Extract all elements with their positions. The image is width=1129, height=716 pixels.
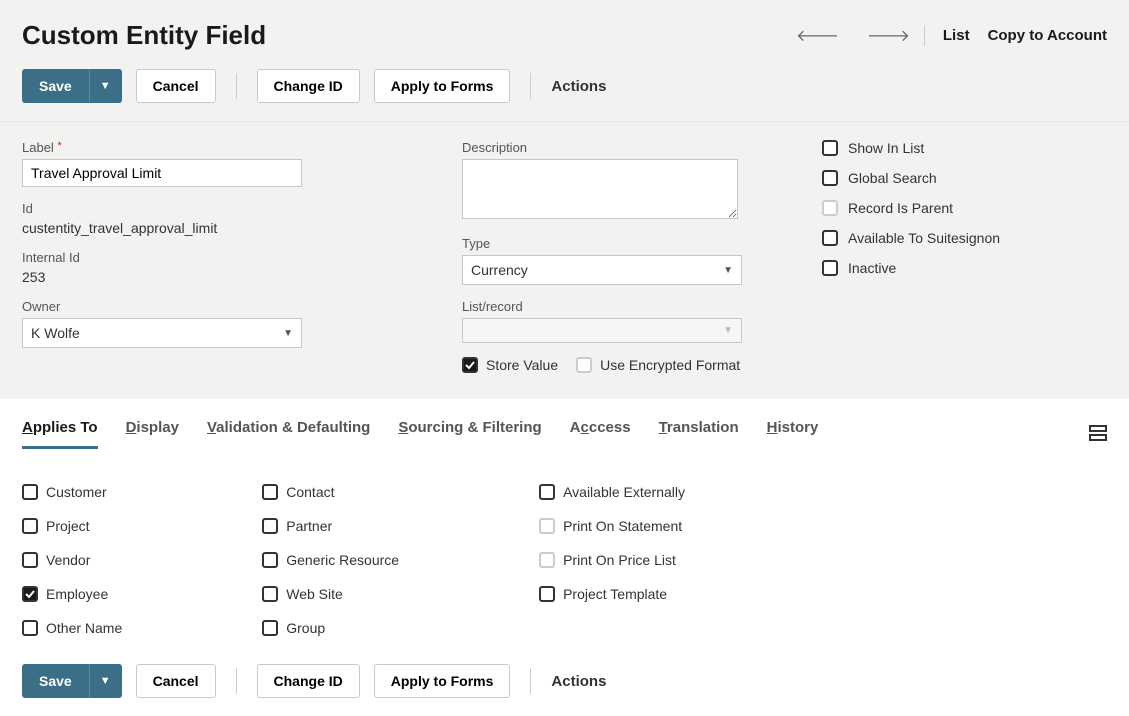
internal-id-label: Internal Id <box>22 250 402 265</box>
tab-history[interactable]: History <box>767 419 819 449</box>
record-nav: 🡐 🡒 <box>796 25 925 46</box>
show-in-list-checkbox[interactable] <box>822 140 838 156</box>
global-search-label: Global Search <box>848 170 937 186</box>
type-label: Type <box>462 236 762 251</box>
web-site-checkbox[interactable] <box>262 586 278 602</box>
applies-to-panel: Customer Project Vendor Employee Other N… <box>0 460 1129 646</box>
owner-label: Owner <box>22 299 402 314</box>
customer-checkbox[interactable] <box>22 484 38 500</box>
record-is-parent-label: Record Is Parent <box>848 200 953 216</box>
chevron-down-icon: ▼ <box>723 265 733 276</box>
show-in-list-label: Show In List <box>848 140 924 156</box>
project-template-checkbox[interactable] <box>539 586 555 602</box>
available-suitesignon-label: Available To Suitesignon <box>848 230 1000 246</box>
id-value: custentity_travel_approval_limit <box>22 220 402 236</box>
prev-record-icon[interactable]: 🡐 <box>796 25 839 46</box>
print-on-statement-checkbox <box>539 518 555 534</box>
contact-checkbox[interactable] <box>262 484 278 500</box>
global-search-checkbox[interactable] <box>822 170 838 186</box>
label-input[interactable] <box>22 159 302 187</box>
save-button[interactable]: Save <box>22 69 89 103</box>
tabs-section: Applies To Display Validation & Defaulti… <box>0 399 1129 460</box>
available-suitesignon-checkbox[interactable] <box>822 230 838 246</box>
bottom-button-row: Save ▼ Cancel Change ID Apply to Forms A… <box>0 646 1129 716</box>
save-dropdown-bottom[interactable]: ▼ <box>89 664 122 698</box>
divider <box>236 73 237 99</box>
divider <box>236 668 237 694</box>
listrecord-select: ▼ <box>462 318 742 343</box>
divider <box>530 668 531 694</box>
copy-to-account-link[interactable]: Copy to Account <box>988 27 1107 44</box>
print-on-price-list-checkbox <box>539 552 555 568</box>
listrecord-label: List/record <box>462 299 762 314</box>
tab-sourcing[interactable]: Sourcing & Filtering <box>398 419 541 449</box>
page-title: Custom Entity Field <box>22 20 266 51</box>
store-value-label: Store Value <box>486 357 558 373</box>
internal-id-value: 253 <box>22 269 402 285</box>
vendor-checkbox[interactable] <box>22 552 38 568</box>
use-encrypted-label: Use Encrypted Format <box>600 357 740 373</box>
record-is-parent-checkbox <box>822 200 838 216</box>
partner-checkbox[interactable] <box>262 518 278 534</box>
inactive-checkbox[interactable] <box>822 260 838 276</box>
label-field-label: Label * <box>22 140 402 155</box>
type-select[interactable]: Currency ▼ <box>462 255 742 285</box>
divider <box>530 73 531 99</box>
tab-validation[interactable]: Validation & Defaulting <box>207 419 370 449</box>
project-checkbox[interactable] <box>22 518 38 534</box>
top-button-row: Save ▼ Cancel Change ID Apply to Forms A… <box>22 69 1107 103</box>
cancel-button[interactable]: Cancel <box>136 69 216 103</box>
tab-access[interactable]: Acccess <box>570 419 631 449</box>
employee-checkbox[interactable] <box>22 586 38 602</box>
tab-applies-to[interactable]: Applies To <box>22 419 98 449</box>
other-name-checkbox[interactable] <box>22 620 38 636</box>
cancel-button-bottom[interactable]: Cancel <box>136 664 216 698</box>
change-id-button[interactable]: Change ID <box>257 69 360 103</box>
list-link[interactable]: List <box>943 27 970 44</box>
next-record-icon[interactable]: 🡒 <box>867 25 910 46</box>
store-value-checkbox[interactable] <box>462 357 478 373</box>
chevron-down-icon: ▼ <box>283 328 293 339</box>
inactive-label: Inactive <box>848 260 896 276</box>
save-dropdown[interactable]: ▼ <box>89 69 122 103</box>
apply-to-forms-button-bottom[interactable]: Apply to Forms <box>374 664 511 698</box>
owner-select[interactable]: K Wolfe ▼ <box>22 318 302 348</box>
apply-to-forms-button[interactable]: Apply to Forms <box>374 69 511 103</box>
save-button-bottom[interactable]: Save <box>22 664 89 698</box>
description-textarea[interactable] <box>462 159 738 219</box>
description-label: Description <box>462 140 762 155</box>
tab-display[interactable]: Display <box>126 419 179 449</box>
form-body: Label * Id custentity_travel_approval_li… <box>0 122 1129 399</box>
available-externally-checkbox[interactable] <box>539 484 555 500</box>
actions-menu[interactable]: Actions <box>551 78 606 95</box>
generic-resource-checkbox[interactable] <box>262 552 278 568</box>
group-checkbox[interactable] <box>262 620 278 636</box>
page-header: Custom Entity Field 🡐 🡒 List Copy to Acc… <box>0 0 1129 122</box>
id-field-label: Id <box>22 201 402 216</box>
tab-translation[interactable]: Translation <box>659 419 739 449</box>
use-encrypted-checkbox <box>576 357 592 373</box>
chevron-down-icon: ▼ <box>723 325 733 336</box>
change-id-button-bottom[interactable]: Change ID <box>257 664 360 698</box>
layout-toggle-icon[interactable] <box>1089 424 1107 445</box>
actions-menu-bottom[interactable]: Actions <box>551 673 606 690</box>
